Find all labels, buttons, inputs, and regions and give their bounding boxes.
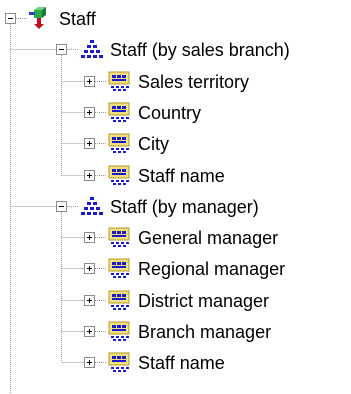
tree-node-level-sales-territory[interactable]: Sales territory: [0, 67, 351, 97]
expand-toggle-icon[interactable]: [84, 170, 95, 181]
expand-toggle-icon[interactable]: [84, 138, 95, 149]
hierarchy-pyramid-icon: [78, 194, 104, 218]
tree-node-label: Country: [138, 103, 202, 123]
tree-node-label: Regional manager: [138, 259, 286, 279]
tree-node-level-branch-manager[interactable]: Branch manager: [0, 317, 351, 347]
hierarchy-pyramid-icon: [78, 37, 104, 61]
tree-node-label: General manager: [138, 228, 279, 248]
dimension-tree: Staff Staff (by sales branch) Sales terri…: [0, 0, 351, 394]
level-icon: [106, 288, 132, 312]
tree-node-label: Staff name: [138, 166, 225, 186]
expand-toggle-icon[interactable]: [84, 357, 95, 368]
tree-node-label: Staff (by sales branch): [110, 40, 290, 60]
tree-node-label: Branch manager: [138, 322, 272, 342]
expand-toggle-icon[interactable]: [84, 76, 95, 87]
level-icon: [106, 100, 132, 124]
tree-node-level-district-manager[interactable]: District manager: [0, 286, 351, 316]
tree-node-label: District manager: [138, 291, 270, 311]
expand-toggle-icon[interactable]: [84, 326, 95, 337]
tree-node-level-country[interactable]: Country: [0, 98, 351, 128]
level-icon: [106, 350, 132, 374]
expand-toggle-icon[interactable]: [84, 295, 95, 306]
level-icon: [106, 225, 132, 249]
collapse-toggle-icon[interactable]: [56, 44, 67, 55]
collapse-toggle-icon[interactable]: [56, 201, 67, 212]
tree-node-level-city[interactable]: City: [0, 129, 351, 159]
level-icon: [106, 256, 132, 280]
tree-node-level-staff-name[interactable]: Staff name: [0, 348, 351, 378]
tree-node-group-staff-by-manager[interactable]: Staff (by manager): [0, 192, 351, 222]
tree-node-label: Staff (by manager): [110, 197, 259, 217]
level-icon: [106, 69, 132, 93]
cube-arrow-icon: [27, 6, 53, 30]
expand-toggle-icon[interactable]: [84, 263, 95, 274]
tree-node-label: Staff: [59, 9, 96, 29]
tree-node-staff[interactable]: Staff: [0, 4, 351, 34]
level-icon: [106, 319, 132, 343]
level-icon: [106, 131, 132, 155]
expand-toggle-icon[interactable]: [84, 232, 95, 243]
tree-node-level-regional-manager[interactable]: Regional manager: [0, 254, 351, 284]
tree-node-label: Staff name: [138, 353, 225, 373]
collapse-toggle-icon[interactable]: [5, 13, 16, 24]
tree-node-group-staff-by-sales-branch[interactable]: Staff (by sales branch): [0, 35, 351, 65]
tree-node-level-staff-name[interactable]: Staff name: [0, 161, 351, 191]
expand-toggle-icon[interactable]: [84, 107, 95, 118]
tree-node-label: City: [138, 134, 169, 154]
tree-node-level-general-manager[interactable]: General manager: [0, 223, 351, 253]
tree-node-label: Sales territory: [138, 72, 250, 92]
level-icon: [106, 163, 132, 187]
